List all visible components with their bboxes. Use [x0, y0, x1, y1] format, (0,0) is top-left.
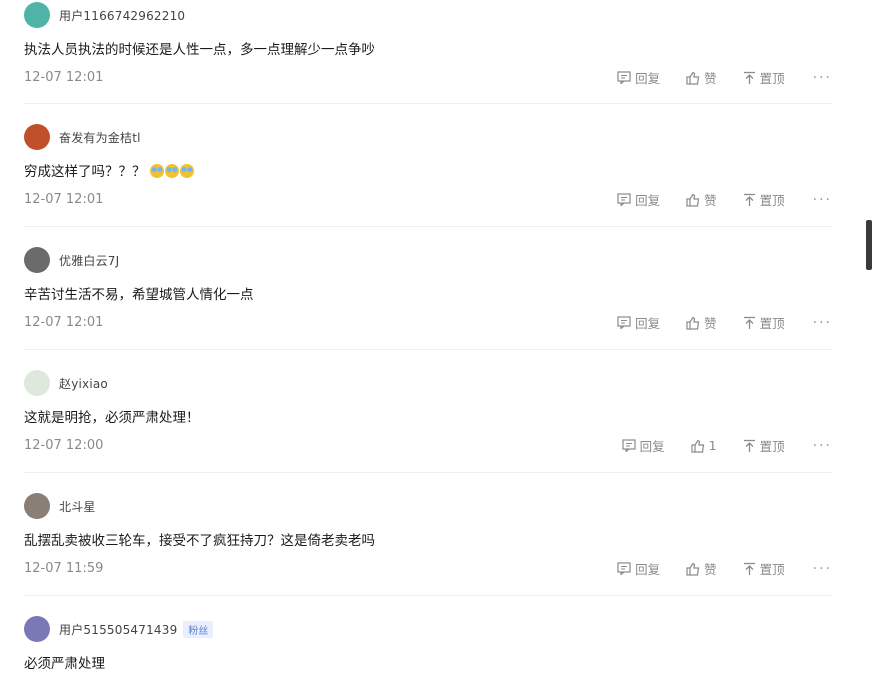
reply-button[interactable]: 回复	[617, 68, 660, 87]
reply-button[interactable]: 回复	[617, 190, 660, 209]
comment-text: 穷成这样了吗？？？	[24, 160, 195, 180]
thumbs-up-icon	[686, 562, 700, 576]
like-button[interactable]: 赞	[686, 68, 717, 87]
crying-emoji-icon	[164, 164, 179, 178]
pin-label: 置顶	[759, 439, 785, 454]
like-button[interactable]: 赞	[686, 559, 717, 578]
avatar[interactable]	[24, 2, 50, 28]
divider	[24, 349, 832, 350]
avatar[interactable]	[24, 247, 50, 273]
comment-time: 12-07 12:01	[24, 315, 104, 330]
username[interactable]: 北斗星	[59, 498, 96, 515]
like-count: 1	[708, 438, 717, 453]
reply-icon	[617, 193, 631, 206]
divider	[24, 226, 832, 227]
username[interactable]: 用户515505471439	[59, 621, 177, 638]
pin-label: 置顶	[759, 193, 785, 208]
pin-top-icon	[743, 562, 755, 575]
like-label: 赞	[704, 71, 717, 86]
pin-button[interactable]: 置顶	[743, 68, 785, 87]
pin-button[interactable]: 置顶	[743, 190, 785, 209]
comment-text: 辛苦讨生活不易，希望城管人情化一点	[24, 287, 254, 303]
like-button[interactable]: 1	[691, 438, 717, 453]
thumbs-up-icon	[691, 439, 704, 453]
comment-time: 12-07 12:01	[24, 192, 104, 207]
like-button[interactable]: 赞	[686, 313, 717, 332]
pin-label: 置顶	[759, 316, 785, 331]
comment-item: 优雅白云7J 辛苦讨生活不易，希望城管人情化一点 12-07 12:01 回复 …	[24, 247, 832, 347]
comment-item: 用户515505471439 粉丝 必须严肃处理	[24, 616, 832, 676]
divider	[24, 472, 832, 473]
comment-item: 北斗星 乱摆乱卖被收三轮车，接受不了疯狂持刀？这是倚老卖老吗 12-07 11:…	[24, 493, 832, 593]
reply-label: 回复	[635, 316, 661, 331]
username[interactable]: 优雅白云7J	[59, 252, 119, 269]
divider	[24, 595, 832, 596]
more-options-icon[interactable]: ···	[813, 315, 832, 331]
avatar[interactable]	[24, 493, 50, 519]
reply-icon	[617, 316, 631, 329]
comment-text-body: 穷成这样了吗？？？	[24, 164, 146, 180]
more-options-icon[interactable]: ···	[813, 192, 832, 208]
reply-label: 回复	[635, 193, 661, 208]
comment-time: 12-07 12:01	[24, 70, 104, 85]
like-label: 赞	[704, 562, 717, 577]
thumbs-up-icon	[686, 316, 700, 330]
comment-text: 这就是明抢，必须严肃处理！	[24, 410, 200, 426]
divider	[24, 103, 832, 104]
username[interactable]: 奋发有为金桔tl	[59, 129, 141, 146]
comment-item: 用户1166742962210 执法人员执法的时候还是人性一点，多一点理解少一点…	[24, 2, 832, 102]
scrollbar-thumb[interactable]	[866, 220, 872, 270]
fan-badge: 粉丝	[183, 620, 214, 638]
pin-top-icon	[743, 439, 755, 452]
pin-button[interactable]: 置顶	[743, 313, 785, 332]
comment-text: 乱摆乱卖被收三轮车，接受不了疯狂持刀？这是倚老卖老吗	[24, 533, 375, 549]
reply-label: 回复	[639, 439, 665, 454]
avatar[interactable]	[24, 370, 50, 396]
reply-label: 回复	[635, 71, 661, 86]
username[interactable]: 用户1166742962210	[59, 7, 185, 24]
reply-label: 回复	[635, 562, 661, 577]
pin-top-icon	[743, 193, 755, 206]
more-options-icon[interactable]: ···	[813, 438, 832, 454]
reply-button[interactable]: 回复	[622, 436, 665, 455]
thumbs-up-icon	[686, 193, 700, 207]
like-label: 赞	[704, 316, 717, 331]
reply-icon	[617, 71, 631, 84]
avatar[interactable]	[24, 124, 50, 150]
like-button[interactable]: 赞	[686, 190, 717, 209]
like-label: 赞	[704, 193, 717, 208]
username[interactable]: 赵yixiao	[59, 375, 108, 392]
reply-icon	[622, 439, 636, 452]
more-options-icon[interactable]: ···	[813, 561, 832, 577]
comment-text: 执法人员执法的时候还是人性一点，多一点理解少一点争吵	[24, 42, 375, 58]
crying-emoji-icon	[149, 164, 164, 178]
reply-button[interactable]: 回复	[617, 559, 660, 578]
pin-top-icon	[743, 316, 755, 329]
comment-time: 12-07 11:59	[24, 561, 104, 576]
pin-button[interactable]: 置顶	[743, 559, 785, 578]
comment-time: 12-07 12:00	[24, 438, 104, 453]
pin-label: 置顶	[759, 562, 785, 577]
pin-label: 置顶	[759, 71, 785, 86]
reply-icon	[617, 562, 631, 575]
pin-button[interactable]: 置顶	[743, 436, 785, 455]
comment-item: 奋发有为金桔tl 穷成这样了吗？？？ 12-07 12:01 回复 赞 置顶 ·…	[24, 124, 832, 224]
more-options-icon[interactable]: ···	[813, 70, 832, 86]
comment-text: 必须严肃处理	[24, 656, 105, 672]
avatar[interactable]	[24, 616, 50, 642]
pin-top-icon	[743, 71, 755, 84]
crying-emoji-icon	[179, 164, 194, 178]
thumbs-up-icon	[686, 71, 700, 85]
reply-button[interactable]: 回复	[617, 313, 660, 332]
comment-item: 赵yixiao 这就是明抢，必须严肃处理！ 12-07 12:00 回复 1 置…	[24, 370, 832, 470]
